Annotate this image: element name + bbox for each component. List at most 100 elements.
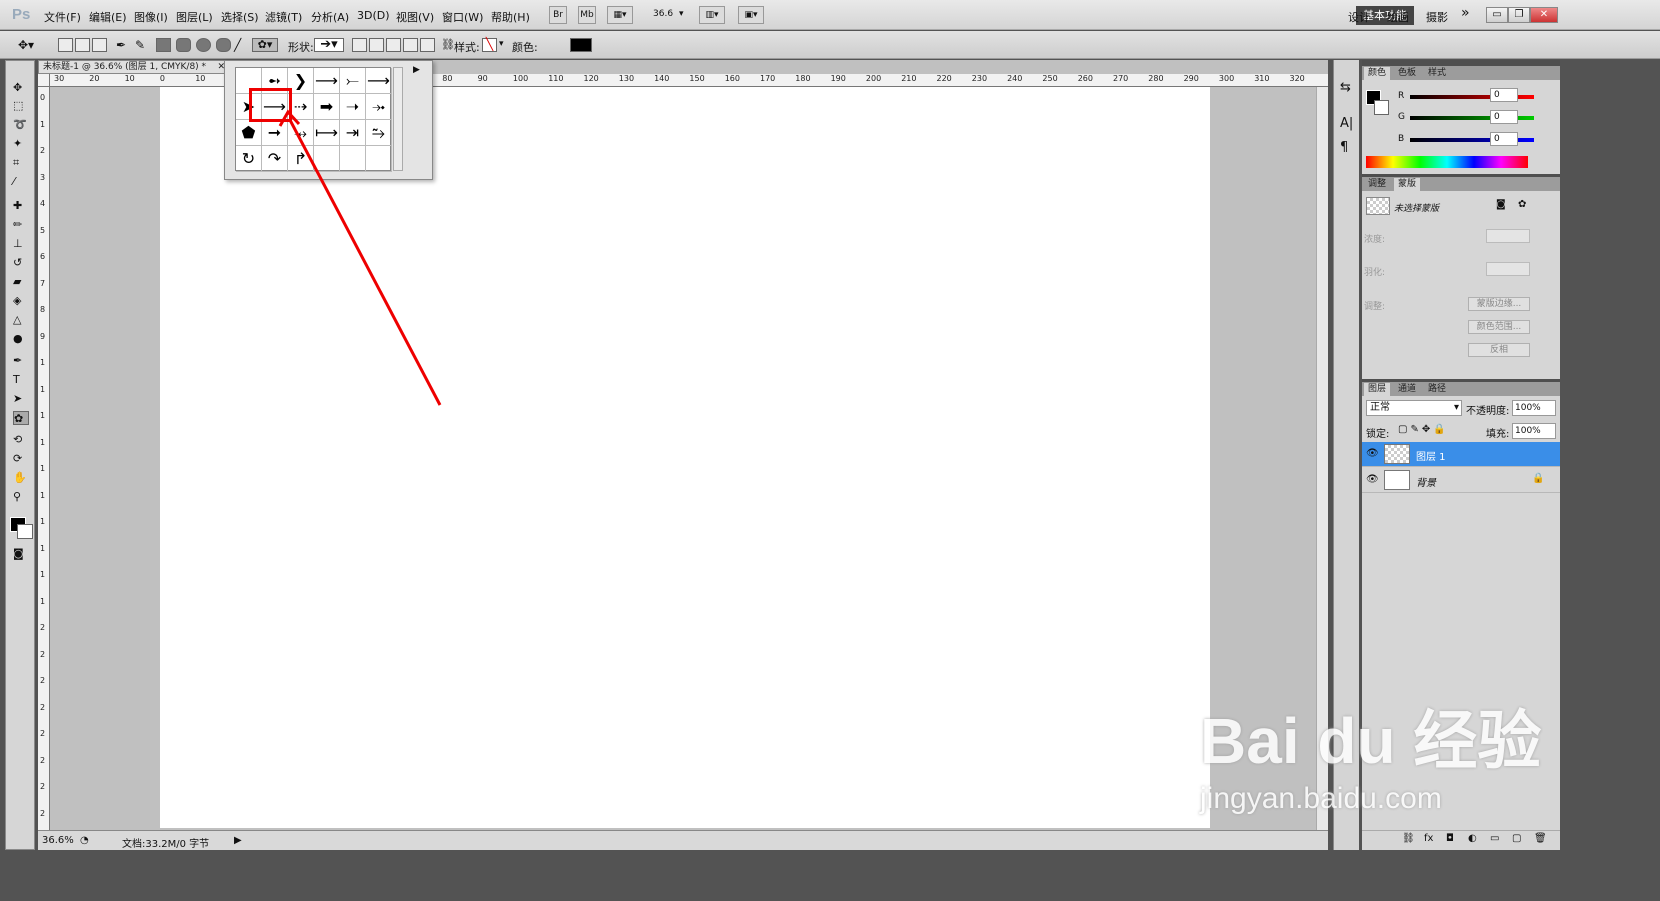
canvas[interactable] (160, 87, 1210, 828)
healing-brush-icon[interactable]: ✚ (13, 199, 29, 213)
bridge-button[interactable]: Br (549, 6, 567, 24)
arrange-documents-icon[interactable]: ▥▾ (699, 6, 725, 24)
quick-select-tool-icon[interactable]: ✦ (13, 137, 29, 151)
shape-layers-icon[interactable] (58, 38, 73, 52)
screen-mode-icon[interactable]: ▣▾ (738, 6, 764, 24)
crop-tool-icon[interactable]: ⌗ (13, 156, 29, 170)
menu-file[interactable]: 文件(F) (44, 9, 81, 25)
line-tool-icon[interactable]: ╱ (234, 38, 249, 52)
status-menu-arrow-icon[interactable]: ▶ (234, 835, 242, 846)
shape-cell-r3-c4[interactable] (340, 146, 366, 172)
move-tool-icon[interactable]: ✥ (13, 81, 29, 95)
style-none-icon[interactable]: ╲ (482, 38, 497, 52)
menu-filter[interactable]: 滤镜(T) (265, 9, 302, 25)
3d-orbit-icon[interactable]: ⟳ (13, 452, 29, 466)
menu-select[interactable]: 选择(S) (221, 9, 259, 25)
new-shape-layer-icon[interactable] (352, 38, 367, 52)
paragraph-panel-icon[interactable]: ¶ (1340, 140, 1348, 155)
tool-preset-icon[interactable]: ✥▾ (18, 38, 46, 52)
intersect-shape-icon[interactable] (403, 38, 418, 52)
zoom-readout[interactable]: 36.6% (42, 835, 74, 846)
eyedropper-tool-icon[interactable]: ⁄ (13, 175, 29, 189)
eye-icon[interactable]: 👁 (1366, 448, 1379, 459)
fill-pixels-icon[interactable] (92, 38, 107, 52)
vector-mask-icon[interactable]: ✿ (1518, 199, 1526, 210)
shape-cell-r2-c5[interactable]: ⥲ (366, 120, 392, 146)
add-to-shape-icon[interactable] (369, 38, 384, 52)
shape-cell-r3-c5[interactable] (366, 146, 392, 172)
color-range-button[interactable]: 颜色范围... (1468, 320, 1530, 334)
chevron-down-icon[interactable]: ▾ (679, 9, 684, 19)
tab-masks[interactable]: 蒙版 (1394, 178, 1421, 191)
minimize-button[interactable]: ▭ (1486, 7, 1508, 23)
menu-view[interactable]: 视图(V) (396, 9, 434, 25)
shape-cell-r3-c1[interactable]: ↷ (262, 146, 288, 172)
tab-adjustments[interactable]: 调整 (1364, 178, 1390, 191)
menu-image[interactable]: 图像(I) (134, 9, 168, 25)
blur-tool-icon[interactable]: △ (13, 313, 29, 327)
ellipse-tool-icon[interactable] (196, 38, 211, 52)
shape-cell-r1-c3[interactable]: ➡ (314, 94, 340, 120)
character-panel-icon[interactable]: A| (1340, 116, 1353, 131)
status-info-icon[interactable]: ◔ (80, 835, 89, 846)
ruler-origin[interactable] (38, 74, 50, 87)
new-group-icon[interactable]: ▭ (1490, 833, 1499, 844)
delete-layer-icon[interactable]: 🗑 (1534, 833, 1547, 844)
type-tool-icon[interactable]: T (13, 373, 29, 387)
menu-3d[interactable]: 3D(D) (357, 9, 390, 22)
shape-cell-r0-c5[interactable]: ⟶ (366, 68, 392, 94)
eraser-tool-icon[interactable]: ▰ (13, 275, 29, 289)
quick-mask-icon[interactable]: ◙ (13, 547, 29, 561)
shape-cell-r2-c1[interactable]: ➞ (262, 120, 288, 146)
shape-cell-r2-c3[interactable]: ⟼ (314, 120, 340, 146)
restore-button[interactable]: ❐ (1508, 7, 1530, 23)
tab-paths[interactable]: 路径 (1424, 383, 1450, 396)
close-button[interactable]: ✕ (1530, 7, 1558, 23)
mini-bridge-button[interactable]: Mb (578, 6, 596, 24)
shape-cell-r3-c3[interactable] (314, 146, 340, 172)
shape-cell-r3-c0[interactable]: ↻ (236, 146, 262, 172)
channel-r-value[interactable]: 0 (1490, 88, 1518, 102)
tab-color[interactable]: 颜色 (1364, 67, 1391, 80)
paint-bucket-icon[interactable]: ◈ (13, 294, 29, 308)
link-layers-icon[interactable]: ⛓ (1402, 833, 1415, 844)
layer-style-icon[interactable]: fx (1424, 833, 1433, 844)
freeform-pen-icon[interactable]: ✎ (135, 38, 150, 52)
layer-row-background[interactable]: 👁 背景 🔒 (1362, 468, 1560, 493)
layer-row-1[interactable]: 👁 图层 1 (1362, 442, 1560, 467)
polygon-tool-icon[interactable] (216, 38, 231, 52)
history-brush-icon[interactable]: ↺ (13, 256, 29, 270)
dodge-tool-icon[interactable]: ● (13, 332, 29, 346)
brush-tool-icon[interactable]: ✏ (13, 218, 29, 232)
shape-cell-r2-c0[interactable]: ⬟ (236, 120, 262, 146)
pixel-mask-icon[interactable]: ◙ (1496, 199, 1506, 210)
custom-shape-tool-icon[interactable]: ✿ (13, 411, 29, 425)
zoom-level-dropdown[interactable]: 36.6 (653, 9, 673, 19)
menu-layer[interactable]: 图层(L) (176, 9, 213, 25)
subtract-shape-icon[interactable] (386, 38, 401, 52)
workspace-more-icon[interactable]: » (1461, 5, 1470, 21)
background-color-swatch[interactable] (17, 524, 33, 539)
menu-window[interactable]: 窗口(W) (442, 9, 483, 25)
lasso-tool-icon[interactable]: ➰ (13, 118, 29, 132)
rectangle-tool-icon[interactable] (156, 38, 171, 52)
hand-tool-icon[interactable]: ✋ (13, 471, 29, 485)
eye-icon[interactable]: 👁 (1366, 474, 1379, 485)
lock-options-icon[interactable]: ▢✎✥🔒 (1398, 424, 1449, 435)
custom-shape-tool-icon[interactable]: ✿▾ (252, 38, 278, 52)
shape-color-swatch[interactable] (570, 38, 592, 52)
3d-rotate-icon[interactable]: ⟲ (13, 433, 29, 447)
pen-tool-icon[interactable]: ✒ (116, 38, 131, 52)
adjustment-layer-icon[interactable]: ◐ (1468, 833, 1477, 844)
marquee-tool-icon[interactable]: ⬚ (13, 99, 29, 113)
rounded-rect-tool-icon[interactable] (176, 38, 191, 52)
stamp-tool-icon[interactable]: ⊥ (13, 237, 29, 251)
opacity-field[interactable]: 100% (1512, 400, 1556, 416)
new-layer-icon[interactable]: ▢ (1512, 833, 1521, 844)
shape-cell-r2-c4[interactable]: ⇥ (340, 120, 366, 146)
channel-b-value[interactable]: 0 (1490, 132, 1518, 146)
color-spectrum-bar[interactable] (1366, 156, 1528, 168)
blend-mode-select[interactable]: 正常 ▾ (1366, 400, 1462, 416)
mask-edge-button[interactable]: 蒙版边缘... (1468, 297, 1530, 311)
workspace-painting[interactable]: 绘画 (1387, 9, 1409, 25)
